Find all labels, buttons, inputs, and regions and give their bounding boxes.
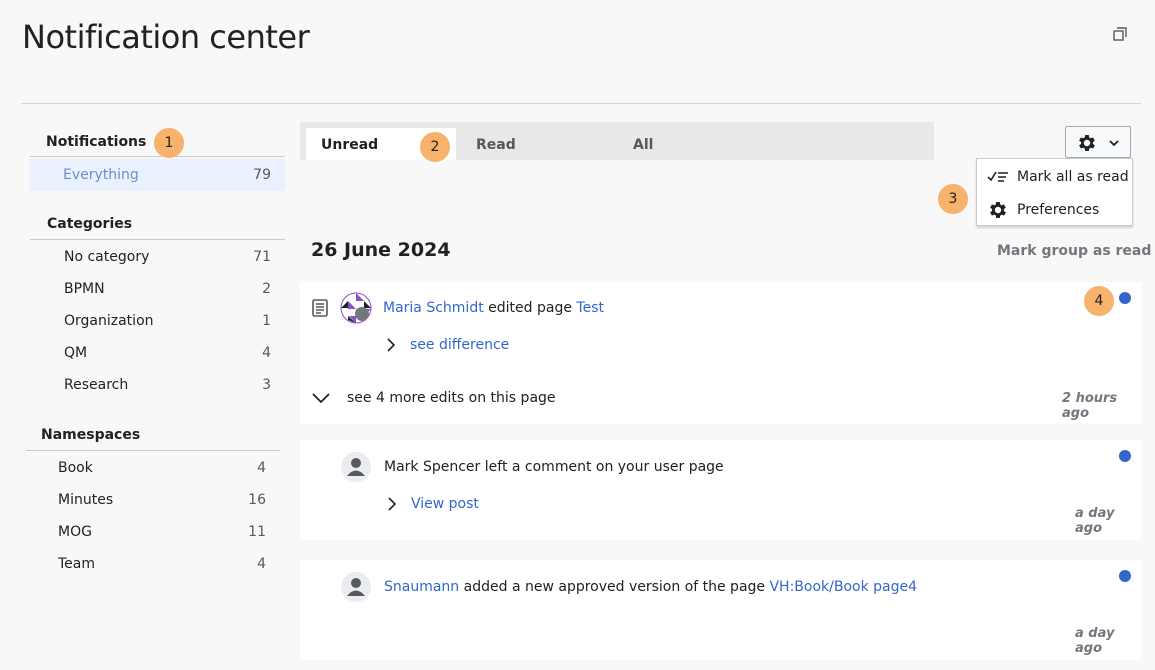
sidebar-item-count: 79 [253, 167, 271, 183]
sidebar-item-book[interactable]: Book 4 [26, 452, 280, 484]
user-avatar-icon [340, 292, 372, 324]
group-date-heading: 26 June 2024 [311, 239, 451, 261]
menu-item-mark-all-read[interactable]: Mark all as read [987, 165, 1129, 189]
sidebar-item-count: 11 [248, 524, 266, 540]
title-divider [21, 103, 1141, 104]
sidebar-item-research[interactable]: Research 3 [30, 369, 285, 401]
callout-badge-1: 1 [154, 128, 184, 158]
divider [30, 239, 285, 240]
user-avatar-icon [341, 572, 371, 602]
chevron-right-icon [388, 497, 397, 511]
sidebar-item-label: Everything [63, 167, 139, 183]
notification-text: Maria Schmidt edited page Test [383, 300, 604, 316]
user-name[interactable]: Mark Spencer [384, 459, 480, 475]
unread-dot[interactable] [1119, 450, 1131, 462]
sidebar-item-label: No category [64, 249, 150, 265]
see-difference-link[interactable]: see difference [410, 337, 509, 353]
user-link[interactable]: Maria Schmidt [383, 300, 484, 316]
notification-action: left a comment on your user page [484, 459, 724, 475]
sidebar-item-qm[interactable]: QM 4 [30, 337, 285, 369]
gear-icon [990, 202, 1006, 218]
sidebar-item-label: MOG [58, 524, 92, 540]
sidebar-item-organization[interactable]: Organization 1 [30, 305, 285, 337]
sidebar-item-count: 1 [262, 313, 271, 329]
divider [30, 156, 285, 157]
notification-action: edited page [488, 300, 572, 316]
sidebar-item-count: 4 [257, 460, 266, 476]
chevron-down-icon [312, 393, 330, 404]
sidebar-item-count: 16 [248, 492, 266, 508]
settings-menu-button[interactable] [1065, 126, 1131, 158]
tab-all[interactable]: All [633, 128, 653, 160]
menu-item-preferences[interactable]: Preferences [987, 198, 1099, 222]
sidebar-item-label: Minutes [58, 492, 114, 508]
timestamp: a day ago [1075, 506, 1115, 536]
view-post-link[interactable]: View post [411, 496, 479, 512]
notification-card[interactable]: Maria Schmidt edited page Test see diffe… [300, 282, 1141, 424]
page-icon [312, 299, 328, 317]
page-link[interactable]: Test [576, 300, 604, 316]
menu-item-label: Preferences [1017, 202, 1100, 218]
unread-dot[interactable] [1119, 292, 1131, 304]
callout-badge-3: 3 [938, 184, 968, 214]
notification-text: Snaumann added a new approved version of… [384, 579, 917, 595]
page-link[interactable]: VH:Book/Book page4 [769, 579, 917, 595]
categories-heading: Categories [47, 216, 133, 232]
sidebar-item-label: Team [58, 556, 96, 572]
sidebar-item-label: Organization [64, 313, 154, 329]
notification-card[interactable]: Mark Spencer left a comment on your user… [300, 440, 1141, 540]
sidebar-item-everything[interactable]: Everything 79 [30, 159, 285, 191]
sidebar-item-team[interactable]: Team 4 [26, 548, 280, 580]
sidebar-item-minutes[interactable]: Minutes 16 [26, 484, 280, 516]
notification-action: added a new approved version of the page [463, 579, 766, 595]
chevron-down-icon [1109, 140, 1119, 147]
sidebar-item-bpmn[interactable]: BPMN 2 [30, 273, 285, 305]
tab-read[interactable]: Read [476, 128, 516, 160]
mark-group-read-button[interactable]: Mark group as read [997, 243, 1151, 259]
sidebar-item-label: BPMN [64, 281, 105, 297]
settings-dropdown: Mark all as read Preferences [976, 158, 1133, 226]
user-link[interactable]: Snaumann [384, 579, 459, 595]
user-avatar-icon [341, 452, 371, 482]
callout-badge-4: 4 [1084, 286, 1114, 316]
divider [26, 450, 280, 451]
namespaces-heading: Namespaces [41, 427, 141, 443]
chevron-right-icon [387, 338, 396, 352]
expand-icon[interactable] [1112, 26, 1128, 42]
sidebar-item-label: Research [64, 377, 129, 393]
notification-card[interactable]: Snaumann added a new approved version of… [300, 560, 1141, 660]
notifications-heading: Notifications [46, 134, 147, 150]
gear-icon [1079, 135, 1095, 151]
sidebar-item-count: 4 [257, 556, 266, 572]
sidebar-item-count: 4 [262, 345, 271, 361]
page-title: Notification center [22, 18, 310, 56]
mark-read-icon [987, 171, 1008, 182]
sidebar-item-label: QM [64, 345, 88, 361]
notification-text: Mark Spencer left a comment on your user… [384, 459, 724, 475]
sidebar-item-no-category[interactable]: No category 71 [30, 241, 285, 273]
sidebar-item-count: 3 [262, 377, 271, 393]
sidebar-item-count: 2 [262, 281, 271, 297]
sidebar-item-mog[interactable]: MOG 11 [26, 516, 280, 548]
sidebar-item-label: Book [58, 460, 93, 476]
timestamp: a day ago [1075, 626, 1115, 656]
timestamp: 2 hours ago [1062, 391, 1118, 421]
see-more-edits-link[interactable]: see 4 more edits on this page [347, 390, 556, 406]
unread-dot[interactable] [1119, 570, 1131, 582]
menu-item-label: Mark all as read [1017, 169, 1129, 185]
sidebar-item-count: 71 [253, 249, 271, 265]
callout-badge-2: 2 [420, 132, 450, 162]
